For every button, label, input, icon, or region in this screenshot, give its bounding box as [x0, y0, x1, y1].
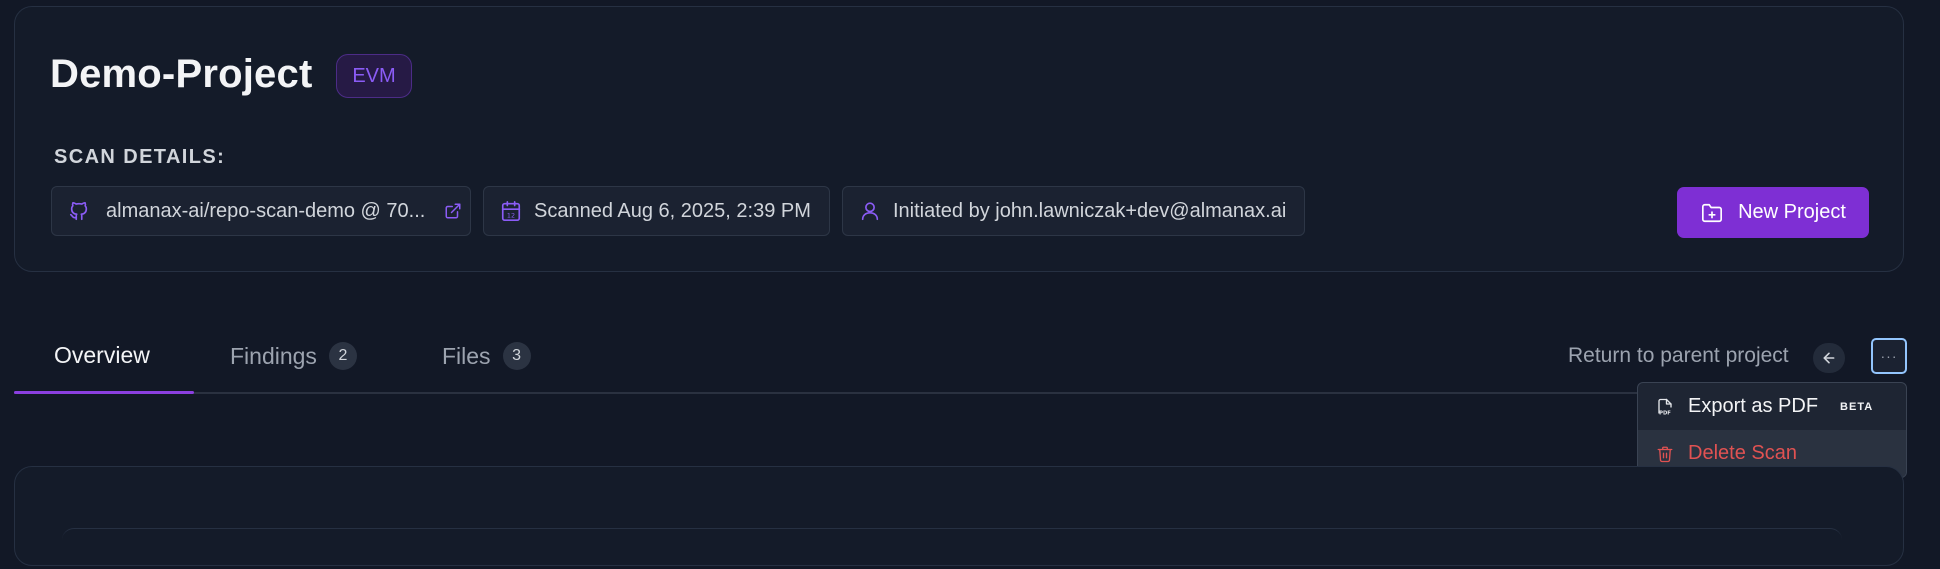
- initiated-by-chip: Initiated by john.lawniczak+dev@almanax.…: [842, 186, 1305, 236]
- more-options-menu: PDF Export as PDF BETA Delete Scan: [1637, 382, 1907, 478]
- external-link-icon[interactable]: [444, 202, 462, 220]
- tabs-divider: [14, 392, 1904, 394]
- repo-label: almanax-ai/repo-scan-demo @ 70...: [106, 199, 426, 222]
- chain-badge: EVM: [336, 54, 412, 98]
- tab-files-label: Files: [442, 342, 491, 369]
- tab-findings[interactable]: Findings 2: [230, 342, 357, 370]
- tab-files[interactable]: Files 3: [442, 342, 531, 370]
- more-options-button[interactable]: ···: [1871, 338, 1907, 374]
- tab-overview-label: Overview: [54, 342, 150, 368]
- trash-icon: [1657, 446, 1673, 462]
- calendar-icon: 12: [501, 201, 521, 221]
- more-options-icon: ···: [1880, 348, 1898, 364]
- back-button[interactable]: [1813, 343, 1845, 373]
- user-icon: [861, 202, 879, 221]
- beta-badge: BETA: [1840, 400, 1874, 413]
- svg-text:12: 12: [507, 211, 515, 219]
- export-pdf-label: Export as PDF: [1688, 395, 1819, 417]
- menu-item-export-pdf[interactable]: PDF Export as PDF BETA: [1638, 383, 1906, 430]
- svg-text:PDF: PDF: [1659, 410, 1671, 416]
- tab-overview[interactable]: Overview: [54, 342, 150, 369]
- active-tab-indicator: [14, 391, 194, 394]
- findings-count-badge: 2: [328, 342, 357, 370]
- arrow-left-icon: [1823, 352, 1835, 364]
- github-icon: [69, 201, 88, 221]
- initiated-by-label: Initiated by john.lawniczak+dev@almanax.…: [893, 199, 1287, 222]
- new-project-label: New Project: [1738, 201, 1846, 223]
- delete-scan-label: Delete Scan: [1688, 442, 1797, 464]
- page-title: Demo-Project: [50, 52, 313, 96]
- repo-chip[interactable]: almanax-ai/repo-scan-demo @ 70...: [51, 186, 471, 236]
- scan-details-label: SCAN DETAILS:: [54, 146, 226, 168]
- pdf-file-icon: PDF: [1658, 398, 1672, 416]
- overview-inner-panel: [62, 528, 1842, 569]
- folder-plus-icon: [1702, 203, 1723, 222]
- scanned-date-chip: 12 Scanned Aug 6, 2025, 2:39 PM: [483, 186, 830, 236]
- files-count-badge: 3: [502, 342, 531, 370]
- return-to-parent-link[interactable]: Return to parent project: [1568, 344, 1789, 368]
- new-project-button[interactable]: New Project: [1677, 187, 1869, 238]
- scanned-date-label: Scanned Aug 6, 2025, 2:39 PM: [534, 199, 811, 222]
- tab-findings-label: Findings: [230, 342, 317, 369]
